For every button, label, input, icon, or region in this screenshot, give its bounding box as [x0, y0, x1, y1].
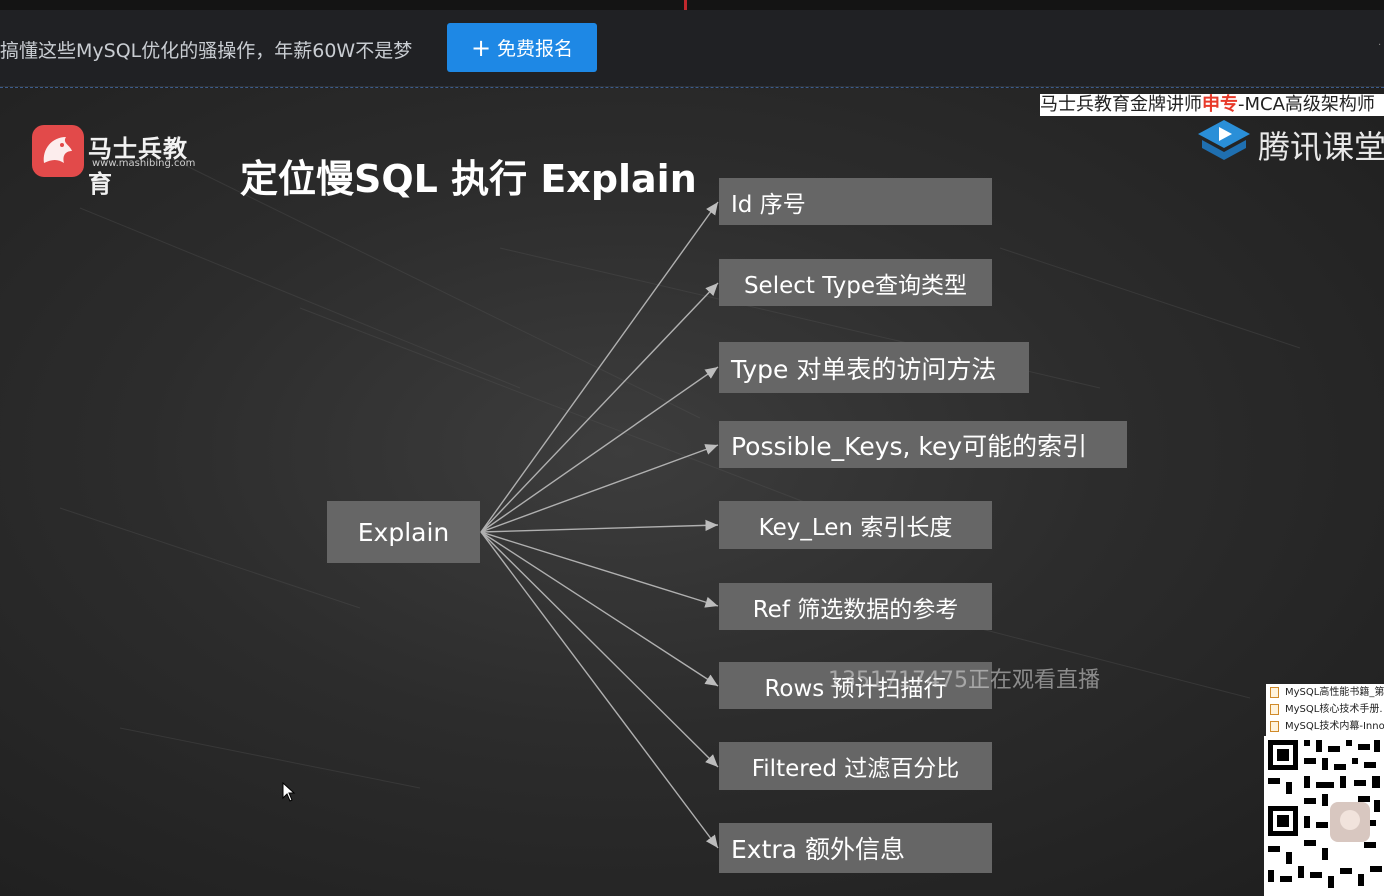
- promo-header: 搞懂这些MySQL优化的骚操作，年薪60W不是梦 + 免费报名 ·: [0, 10, 1384, 87]
- file-icon: [1270, 686, 1279, 698]
- item-id: Id 序号: [719, 178, 992, 225]
- item-type: Type 对单表的访问方法: [719, 342, 1029, 393]
- item-key-len: Key_Len 索引长度: [719, 501, 992, 549]
- qr-code: [1264, 736, 1384, 896]
- tagline-highlight: 申专: [1202, 94, 1238, 115]
- file-item[interactable]: MySQL技术内幕-Inno: [1266, 718, 1384, 735]
- tagline-suffix: -MCA高级架构师: [1238, 94, 1375, 115]
- signup-button[interactable]: + 免费报名: [447, 23, 597, 72]
- file-icon: [1270, 720, 1279, 732]
- file-list-panel: MySQL高性能书籍_第 MySQL核心技术手册. MySQL技术内幕-Inno: [1266, 684, 1384, 736]
- signup-label: 免费报名: [497, 38, 574, 60]
- tencent-brand: 腾讯课堂: [1258, 128, 1384, 166]
- tagline-prefix: 马士兵教育金牌讲师: [1040, 94, 1202, 115]
- item-filtered: Filtered 过滤百分比: [719, 742, 992, 790]
- item-select-type: Select Type查询类型: [719, 259, 992, 306]
- mindmap-arrows: [480, 201, 719, 849]
- video-player[interactable]: 马士兵教育 www.mashibing.com 定位慢SQL 执行 Explai…: [0, 88, 1384, 896]
- red-marker: [684, 0, 687, 10]
- item-possible-keys: Possible_Keys, key可能的索引: [719, 421, 1127, 468]
- teacher-tagline: 马士兵教育金牌讲师申专-MCA高级架构师: [1040, 94, 1384, 116]
- viewer-watermark: 1351717475正在观看直播: [828, 668, 1100, 693]
- edge-mark: ·: [1378, 40, 1382, 51]
- top-strip: [0, 0, 1384, 10]
- item-ref: Ref 筛选数据的参考: [719, 583, 992, 630]
- item-extra: Extra 额外信息: [719, 823, 992, 873]
- promo-text: 搞懂这些MySQL优化的骚操作，年薪60W不是梦: [0, 40, 413, 62]
- explain-root-node: Explain: [327, 501, 480, 563]
- tencent-classroom-logo: 腾讯课堂: [1196, 118, 1384, 166]
- mouse-cursor-icon: [282, 782, 296, 802]
- tencent-play-icon: [1198, 120, 1250, 160]
- file-item[interactable]: MySQL高性能书籍_第: [1266, 684, 1384, 701]
- file-icon: [1270, 703, 1279, 715]
- file-item[interactable]: MySQL核心技术手册.: [1266, 701, 1384, 718]
- plus-icon: +: [470, 33, 492, 62]
